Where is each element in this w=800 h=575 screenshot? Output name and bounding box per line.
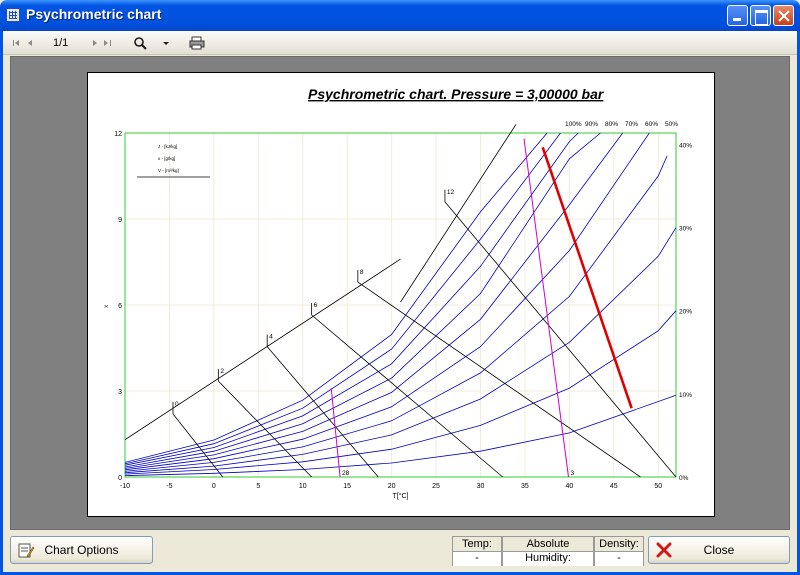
psychrometric-chart: Psychrometric chart. Pressure = 3,00000 …	[104, 86, 692, 500]
chart-options-label: Chart Options	[44, 543, 119, 557]
maximize-icon	[751, 6, 770, 25]
rh-top-label: 70%	[625, 121, 638, 128]
rh-curve-line	[124, 394, 677, 476]
preview-toolbar: 1/1	[3, 31, 797, 55]
enthalpy-label: 2	[220, 368, 224, 375]
y-tick-label: 6	[118, 303, 122, 310]
enthalpy-line	[311, 314, 503, 478]
x-tick-label: 30	[477, 483, 485, 490]
x-tick-label: 15	[343, 483, 351, 490]
close-icon	[774, 6, 793, 25]
rh-axis-tick-label: 20%	[679, 309, 692, 316]
title-bar: Psychrometric chart	[0, 0, 800, 31]
enthalpy-label: 0	[175, 401, 179, 408]
y-axis-label: x	[104, 305, 110, 308]
enthalpy-label: 8	[360, 269, 364, 276]
window-title: Psychrometric chart	[26, 6, 162, 22]
rh-curve-line	[124, 132, 624, 469]
rh-axis-tick-label: 40%	[679, 142, 692, 149]
y-tick-label: 12	[114, 131, 122, 138]
rh-axis-tick-label: 0%	[679, 475, 689, 482]
density-value: -	[595, 552, 643, 566]
temp-label: Temp:	[453, 537, 501, 552]
process-line	[541, 146, 633, 409]
page-indicator: 1/1	[53, 37, 69, 49]
rh-top-label: 90%	[585, 121, 598, 128]
print-icon[interactable]	[188, 34, 206, 52]
rh-curve-line	[124, 132, 650, 471]
x-tick-label: 0	[212, 483, 216, 490]
x-tick-label: 5	[256, 483, 260, 490]
maximize-button[interactable]	[750, 5, 771, 26]
rh-top-label: 100%	[565, 121, 582, 128]
rh-top-label: 80%	[605, 121, 618, 128]
chart-options-icon	[18, 543, 35, 558]
minimize-icon	[728, 6, 747, 25]
legend-entry: V - [m³/kg]	[158, 168, 179, 173]
enthalpy-line	[266, 346, 379, 478]
rh-top-label: 50%	[665, 121, 678, 128]
close-button[interactable]: Close	[648, 536, 790, 564]
rh-curve-line	[124, 132, 548, 463]
x-tick-label: 20	[388, 483, 396, 490]
legend-entry: J - [kJ/kg]	[158, 144, 177, 149]
x-tick-label: 45	[610, 483, 618, 490]
last-page-icon[interactable]	[100, 34, 116, 52]
enthalpy-line	[218, 380, 312, 478]
close-label: Close	[703, 543, 735, 557]
chart-options-button[interactable]: Chart Options	[10, 536, 153, 564]
y-tick-label: 3	[118, 389, 122, 396]
x-tick-label: 25	[432, 483, 440, 490]
window-frame-left	[0, 31, 3, 575]
zoom-dropdown-icon[interactable]	[161, 34, 171, 52]
enthalpy-label: 4	[269, 334, 273, 341]
x-tick-label: 10	[299, 483, 307, 490]
rh-curve-line	[124, 132, 579, 466]
enthalpy-upper-line	[400, 124, 517, 303]
x-tick-label: -10	[120, 483, 130, 490]
rh-curve-line	[124, 155, 668, 472]
enthalpy-label: 12	[447, 189, 455, 196]
volume-line	[523, 138, 569, 478]
bottom-panel: Chart Options Temp: - Absolute Humidity:…	[3, 531, 797, 572]
prev-page-icon[interactable]	[25, 34, 37, 52]
x-axis-label: T[°C]	[392, 492, 408, 500]
preview-area[interactable]: Psychrometric chart. Pressure = 3,00000 …	[10, 56, 790, 530]
zoom-icon[interactable]	[133, 34, 149, 52]
temp-value: -	[453, 552, 501, 566]
enthalpy-label: 6	[314, 302, 318, 309]
chart-title: Psychrometric chart. Pressure = 3,00000 …	[308, 86, 605, 102]
y-tick-label: 9	[118, 217, 122, 224]
volume-line	[330, 388, 341, 478]
rh-axis-tick-label: 10%	[679, 392, 692, 399]
legend-entry: x - [g/kg]	[158, 156, 175, 161]
chart-page: Psychrometric chart. Pressure = 3,00000 …	[87, 72, 715, 517]
enthalpy-line	[444, 201, 677, 478]
y-tick-label: 0	[118, 475, 122, 482]
volume-label: 28	[342, 470, 350, 477]
red-x-icon	[656, 542, 672, 558]
absolute-humidity-value: -	[503, 552, 593, 566]
x-tick-label: -5	[166, 483, 172, 490]
x-tick-label: 40	[565, 483, 573, 490]
temp-readout: Temp: -	[452, 536, 502, 566]
volume-label: 3	[570, 470, 574, 477]
x-tick-label: 50	[654, 483, 662, 490]
rh-axis-tick-label: 30%	[679, 226, 692, 233]
density-readout: Density: -	[594, 536, 644, 566]
rh-curve-line	[124, 310, 677, 475]
minimize-button[interactable]	[727, 5, 748, 26]
saturation-line	[124, 258, 401, 441]
rh-top-label: 60%	[645, 121, 658, 128]
chart-grid-icon	[6, 8, 20, 22]
close-window-button[interactable]	[773, 5, 794, 26]
density-label: Density:	[595, 537, 643, 552]
absolute-humidity-label: Absolute Humidity:	[503, 537, 593, 564]
absolute-humidity-readout: Absolute Humidity: -	[502, 536, 594, 566]
x-tick-label: 35	[521, 483, 529, 490]
